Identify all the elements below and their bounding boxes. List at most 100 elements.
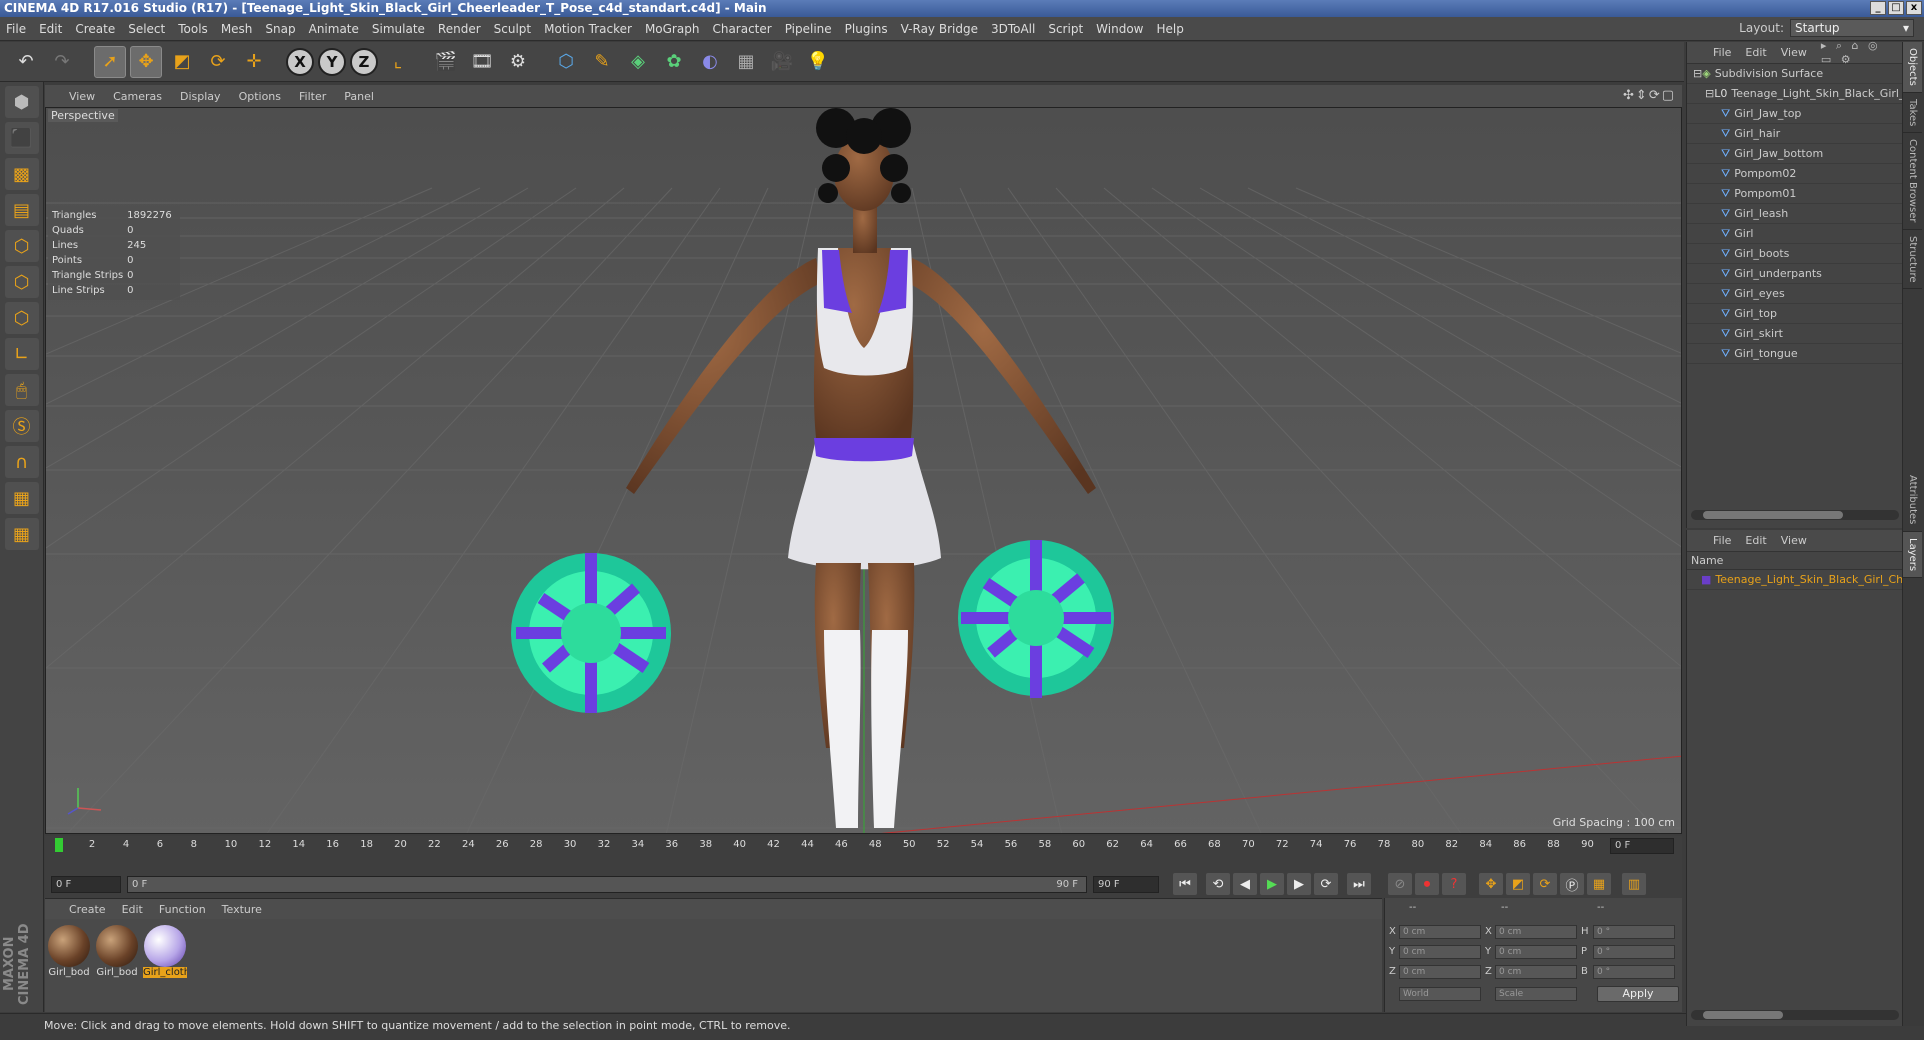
- menu-help[interactable]: Help: [1156, 22, 1183, 36]
- cube-primitive-icon[interactable]: ⬡: [550, 46, 582, 78]
- rotation-h-field[interactable]: 0 °: [1593, 925, 1675, 939]
- apply-button[interactable]: Apply: [1597, 986, 1679, 1002]
- magnet-icon[interactable]: ∩: [4, 446, 39, 478]
- points-mode-icon[interactable]: ⬡: [4, 230, 39, 262]
- menu-vray-bridge[interactable]: V-Ray Bridge: [901, 22, 978, 36]
- position-y-field[interactable]: 0 cm: [1399, 945, 1481, 959]
- timeline-ruler[interactable]: 0246810121416182022242628303234363840424…: [45, 836, 1682, 870]
- object-row[interactable]: ⛛ Girl_eyes: [1687, 284, 1902, 304]
- tab-structure[interactable]: Structure: [1903, 230, 1922, 290]
- tweak-mode-icon[interactable]: 🖱: [4, 374, 39, 406]
- menu-simulate[interactable]: Simulate: [372, 22, 425, 36]
- viewport-menu-cameras[interactable]: Cameras: [113, 90, 162, 103]
- object-row[interactable]: ⛛ Pompom01: [1687, 184, 1902, 204]
- viewport-menu-options[interactable]: Options: [239, 90, 281, 103]
- size-x-field[interactable]: 0 cm: [1495, 925, 1577, 939]
- frame-ruler[interactable]: 0246810121416182022242628303234363840424…: [55, 836, 1605, 854]
- material-swatch[interactable]: Girl_bod: [95, 925, 139, 978]
- viewport-menu-filter[interactable]: Filter: [299, 90, 326, 103]
- goto-start-icon[interactable]: ⏮: [1173, 873, 1197, 895]
- menu-script[interactable]: Script: [1048, 22, 1083, 36]
- preview-range-slider[interactable]: 0 F 90 F: [127, 875, 1087, 893]
- camera-icon[interactable]: 🎥: [766, 46, 798, 78]
- material-swatch[interactable]: Girl_bod: [47, 925, 91, 978]
- size-y-field[interactable]: 0 cm: [1495, 945, 1577, 959]
- menu-sculpt[interactable]: Sculpt: [494, 22, 531, 36]
- axis-mode-icon[interactable]: ∟: [4, 338, 39, 370]
- move-tool-icon[interactable]: ✥: [130, 45, 162, 78]
- menu-mograph[interactable]: MoGraph: [645, 22, 700, 36]
- material-menu-texture[interactable]: Texture: [222, 903, 262, 916]
- start-frame-field[interactable]: 0 F: [51, 875, 121, 893]
- prev-key-icon[interactable]: ⟲: [1206, 873, 1230, 895]
- object-row-subdivision-surface[interactable]: ⊟ ◈ Subdivision Surface: [1687, 64, 1902, 84]
- play-icon[interactable]: ▶: [1260, 873, 1284, 895]
- key-position-icon[interactable]: ✥: [1479, 873, 1503, 895]
- close-button[interactable]: x: [1906, 1, 1922, 15]
- expand-icon[interactable]: ⊟: [1705, 87, 1714, 100]
- viewport-menu-panel[interactable]: Panel: [344, 90, 374, 103]
- position-z-field[interactable]: 0 cm: [1399, 965, 1481, 979]
- edges-mode-icon[interactable]: ⬡: [4, 266, 39, 298]
- scale-tool-icon[interactable]: ◩: [166, 46, 198, 78]
- menu-select[interactable]: Select: [128, 22, 165, 36]
- object-menu-view[interactable]: View: [1781, 46, 1807, 59]
- layer-manager-scrollbar[interactable]: [1691, 1010, 1899, 1020]
- tab-objects[interactable]: Objects: [1903, 42, 1922, 93]
- x-axis-lock-button[interactable]: X: [286, 47, 314, 76]
- rotation-b-field[interactable]: 0 °: [1593, 965, 1675, 979]
- object-manager-scrollbar[interactable]: [1691, 510, 1899, 520]
- floor-icon[interactable]: ▦: [730, 46, 762, 78]
- record-keys-icon[interactable]: ⊘: [1388, 873, 1412, 895]
- coordinate-space-dropdown[interactable]: World: [1399, 987, 1481, 1001]
- menu-file[interactable]: File: [6, 22, 26, 36]
- menu-pipeline[interactable]: Pipeline: [785, 22, 832, 36]
- object-row[interactable]: ⛛ Girl_top: [1687, 304, 1902, 324]
- rotation-p-field[interactable]: 0 °: [1593, 945, 1675, 959]
- viewport-navigation-icons[interactable]: ✣⇕⟳▢: [1623, 88, 1676, 103]
- menu-snap[interactable]: Snap: [265, 22, 295, 36]
- tab-content-browser[interactable]: Content Browser: [1903, 133, 1922, 230]
- tab-takes[interactable]: Takes: [1903, 93, 1922, 134]
- menu-3dtoall[interactable]: 3DToAll: [991, 22, 1035, 36]
- cloner-icon[interactable]: ✿: [658, 46, 690, 78]
- keyframe-selection-icon[interactable]: ?: [1442, 873, 1466, 895]
- menu-create[interactable]: Create: [75, 22, 115, 36]
- undo-icon[interactable]: ↶: [10, 46, 42, 78]
- render-settings-icon[interactable]: ⚙: [502, 46, 534, 78]
- material-menu-create[interactable]: Create: [69, 903, 106, 916]
- next-frame-icon[interactable]: ▶: [1287, 873, 1311, 895]
- material-menu-edit[interactable]: Edit: [122, 903, 143, 916]
- grid-snap-icon[interactable]: ▦: [4, 518, 39, 550]
- snapping-icon[interactable]: Ⓢ: [4, 410, 39, 442]
- menu-character[interactable]: Character: [712, 22, 771, 36]
- prev-frame-icon[interactable]: ◀: [1233, 873, 1257, 895]
- object-row[interactable]: ⛛ Girl_underpants: [1687, 264, 1902, 284]
- object-row[interactable]: ⛛ Girl_leash: [1687, 204, 1902, 224]
- object-manager-tool-icons[interactable]: ▸ ⌕ ⌂ ◎ ▭ ⚙: [1821, 39, 1898, 66]
- object-menu-file[interactable]: File: [1713, 46, 1731, 59]
- object-row[interactable]: ⛛ Girl_Jaw_top: [1687, 104, 1902, 124]
- key-parameter-icon[interactable]: Ⓟ: [1560, 873, 1584, 895]
- layout-dropdown[interactable]: Startup: [1790, 19, 1914, 37]
- deformer-icon[interactable]: ◐: [694, 46, 726, 78]
- menu-tools[interactable]: Tools: [178, 22, 208, 36]
- pen-spline-icon[interactable]: ✎: [586, 46, 618, 78]
- end-frame-field[interactable]: 90 F: [1093, 875, 1159, 893]
- key-pla-icon[interactable]: ▦: [1587, 873, 1611, 895]
- make-editable-icon[interactable]: ⬢: [4, 86, 39, 118]
- render-view-icon[interactable]: 🎬: [430, 46, 462, 78]
- viewport-menu-view[interactable]: View: [69, 90, 95, 103]
- light-icon[interactable]: 💡: [802, 46, 834, 78]
- workplane-icon[interactable]: ▤: [4, 194, 39, 226]
- rotate-tool-icon[interactable]: ⟳: [202, 46, 234, 78]
- next-key-icon[interactable]: ⟳: [1314, 873, 1338, 895]
- object-row[interactable]: ⛛ Girl_boots: [1687, 244, 1902, 264]
- menu-mesh[interactable]: Mesh: [221, 22, 253, 36]
- object-row-group[interactable]: ⊟ L0 Teenage_Light_Skin_Black_Girl_Che: [1687, 84, 1902, 104]
- object-row[interactable]: ⛛ Girl_Jaw_bottom: [1687, 144, 1902, 164]
- minimize-button[interactable]: _: [1870, 1, 1886, 15]
- tab-attributes[interactable]: Attributes: [1903, 469, 1922, 532]
- key-rotation-icon[interactable]: ⟳: [1533, 873, 1557, 895]
- coordinate-system-icon[interactable]: ⌞: [382, 46, 414, 78]
